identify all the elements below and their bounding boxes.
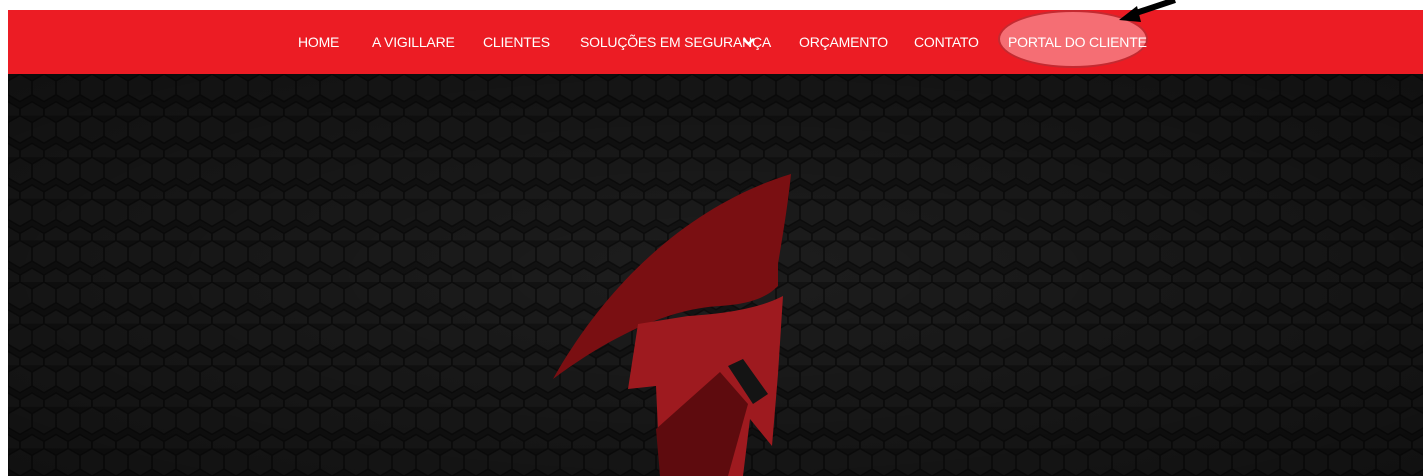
nav-clientes[interactable]: CLIENTES (483, 10, 550, 74)
spartan-helmet-logo-icon (553, 174, 791, 476)
nav-orcamento[interactable]: ORÇAMENTO (799, 10, 888, 74)
pointer-arrow-icon (1119, 0, 1176, 22)
nav-a-vigillare[interactable]: A VIGILLARE (372, 10, 455, 74)
chevron-down-icon[interactable] (743, 10, 755, 74)
main-navbar: HOME A VIGILLARE CLIENTES SOLUÇÕES EM SE… (8, 10, 1423, 74)
page-frame: HOME A VIGILLARE CLIENTES SOLUÇÕES EM SE… (8, 10, 1423, 476)
nav-contato[interactable]: CONTATO (914, 10, 979, 74)
hero-banner (8, 74, 1423, 476)
nav-home[interactable]: HOME (298, 10, 339, 74)
